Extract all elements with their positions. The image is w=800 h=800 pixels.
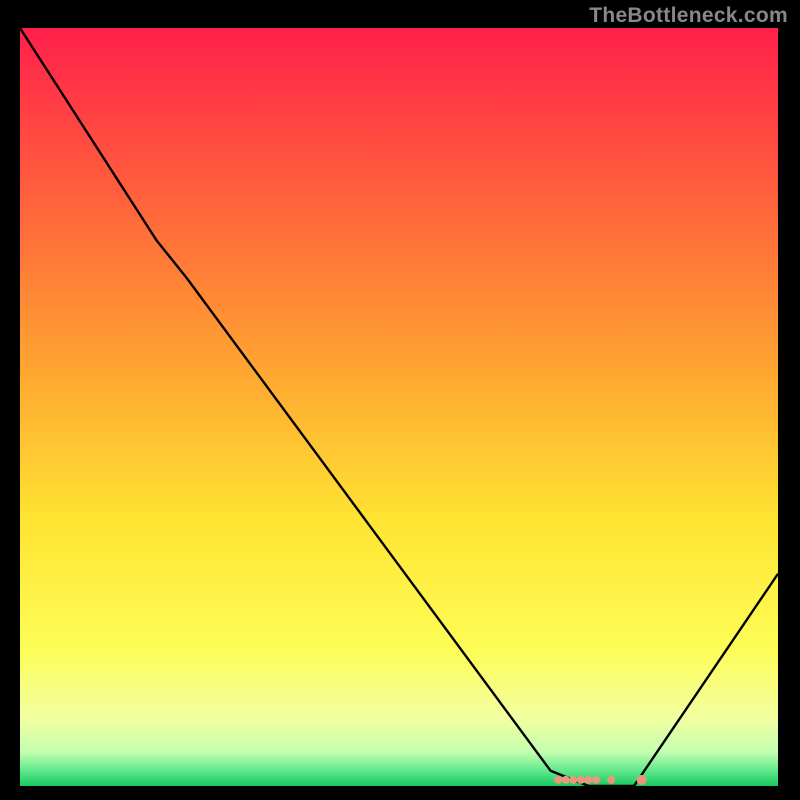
marker-dot	[577, 776, 585, 784]
chart-container: TheBottleneck.com	[0, 0, 800, 800]
gradient-background	[20, 28, 778, 786]
marker-dot	[637, 775, 647, 785]
plot-area	[20, 28, 778, 786]
marker-dot	[569, 776, 577, 784]
marker-dot	[562, 776, 570, 784]
chart-svg	[20, 28, 778, 786]
marker-dot	[607, 776, 615, 784]
marker-dot	[554, 776, 562, 784]
marker-dot	[592, 776, 600, 784]
watermark-text: TheBottleneck.com	[589, 4, 788, 28]
marker-dot	[585, 776, 593, 784]
